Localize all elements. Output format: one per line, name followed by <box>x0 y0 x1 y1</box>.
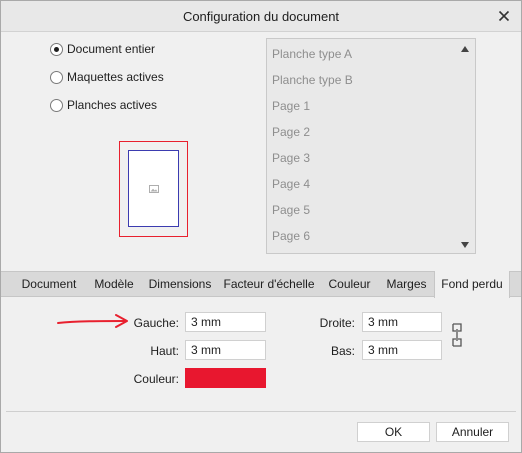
list-item[interactable]: Page 6 <box>272 227 310 245</box>
radio-maquettes-actives[interactable]: Maquettes actives <box>50 68 164 86</box>
triangle-down-icon[interactable] <box>460 240 470 250</box>
radio-label: Maquettes actives <box>67 70 164 84</box>
left-bleed-input[interactable] <box>185 312 266 332</box>
list-item[interactable]: Page 2 <box>272 123 310 141</box>
radio-indicator[interactable] <box>50 98 63 112</box>
tab-couleur[interactable]: Couleur <box>320 272 379 297</box>
image-placeholder-icon <box>149 185 159 193</box>
chain-link-icon[interactable] <box>450 322 464 348</box>
tab-facteur-echelle[interactable]: Facteur d'échelle <box>218 272 320 297</box>
radio-document-entier[interactable]: Document entier <box>50 40 155 58</box>
radio-indicator[interactable] <box>50 42 63 56</box>
list-item[interactable]: Page 5 <box>272 201 310 219</box>
tab-document[interactable]: Document <box>12 272 86 297</box>
close-icon[interactable] <box>496 8 512 24</box>
list-item[interactable]: Page 3 <box>272 149 310 167</box>
radio-label: Document entier <box>67 42 156 56</box>
left-bleed-label: Gauche: <box>133 316 179 330</box>
list-item[interactable]: Page 1 <box>272 97 310 115</box>
top-bleed-input[interactable] <box>185 340 266 360</box>
page-preview-bleed-frame <box>119 141 188 237</box>
right-bleed-label: Droite: <box>319 316 355 330</box>
right-bleed-input[interactable] <box>362 312 442 332</box>
tab-bar: Document Modèle Dimensions Facteur d'éch… <box>1 271 521 298</box>
bleed-color-swatch[interactable] <box>185 368 266 388</box>
page-list[interactable]: Planche type A Planche type B Page 1 Pag… <box>266 38 476 254</box>
bottom-bleed-label: Bas: <box>330 344 355 358</box>
window-title: Configuration du document <box>182 9 340 24</box>
page-preview <box>128 150 179 227</box>
bleed-color-label: Couleur: <box>133 372 179 386</box>
tab-modele[interactable]: Modèle <box>86 272 142 297</box>
top-bleed-label: Haut: <box>150 344 179 358</box>
radio-planches-actives[interactable]: Planches actives <box>50 96 157 114</box>
document-setup-dialog: Configuration du document Document entie… <box>0 0 522 453</box>
list-item[interactable]: Planche type A <box>272 45 352 63</box>
tab-fond-perdu[interactable]: Fond perdu <box>434 271 510 298</box>
list-item[interactable]: Page 4 <box>272 175 310 193</box>
list-item[interactable]: Planche type B <box>272 71 353 89</box>
footer-separator <box>6 411 516 412</box>
radio-label: Planches actives <box>67 98 158 112</box>
title-bar: Configuration du document <box>1 1 521 32</box>
bottom-bleed-input[interactable] <box>362 340 442 360</box>
tab-dimensions[interactable]: Dimensions <box>142 272 218 297</box>
radio-indicator[interactable] <box>50 70 63 84</box>
ok-button[interactable]: OK <box>357 422 430 442</box>
tab-marges[interactable]: Marges <box>379 272 434 297</box>
cancel-button[interactable]: Annuler <box>436 422 509 442</box>
triangle-up-icon[interactable] <box>460 44 470 54</box>
